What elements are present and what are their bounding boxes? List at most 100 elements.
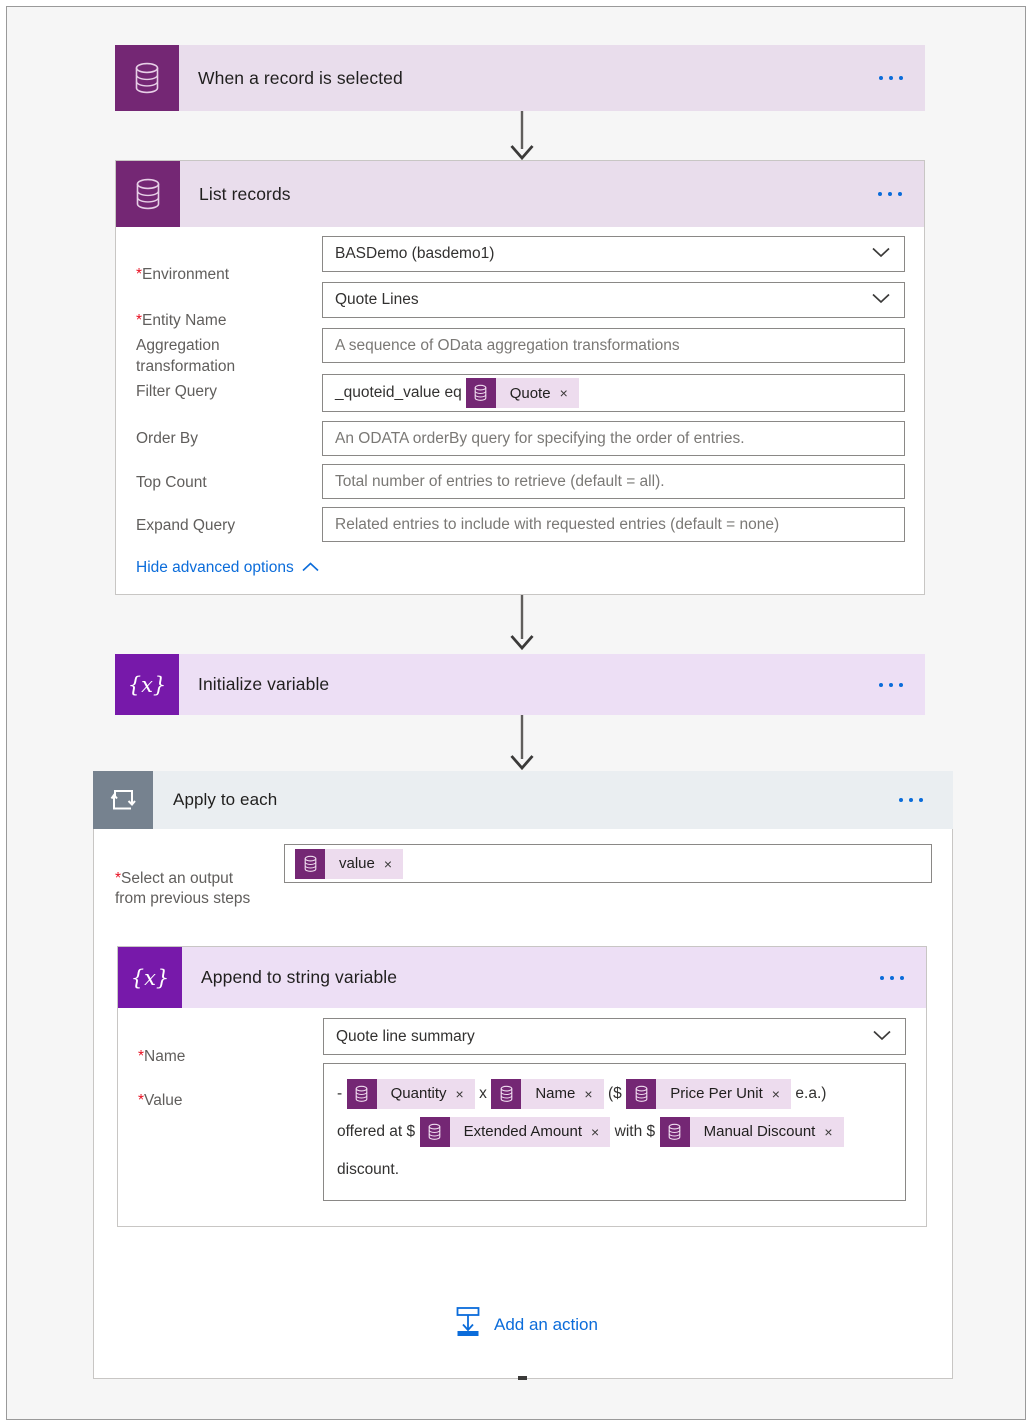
list-records-more-commands-ellipsis[interactable] bbox=[878, 192, 902, 196]
list-records-header[interactable]: List records bbox=[116, 161, 924, 227]
chevron-up-icon bbox=[302, 559, 319, 577]
dynamic-content-token-name[interactable]: Name × bbox=[491, 1079, 604, 1109]
value-line: offered at $ Extended Amount × with $ Man… bbox=[337, 1113, 892, 1151]
trigger-card-when-a-record-is-selected[interactable]: When a record is selected bbox=[115, 45, 925, 111]
field-label-name: *Name bbox=[138, 1048, 186, 1065]
chevron-down-icon bbox=[872, 291, 890, 309]
dataverse-database-icon bbox=[626, 1079, 657, 1109]
value-line: - Quantity × x Name × ($ Price Per Unit × e… bbox=[337, 1075, 892, 1113]
append-to-string-variable-header[interactable]: {x} Append to string variable bbox=[118, 947, 926, 1008]
aggregation-transformation-placeholder: A sequence of OData aggregation transfor… bbox=[335, 336, 680, 354]
dataverse-database-icon bbox=[115, 45, 179, 111]
apply-to-each-title: Apply to each bbox=[173, 790, 278, 809]
list-records-title: List records bbox=[199, 183, 291, 204]
entity-name-dropdown[interactable]: Quote Lines bbox=[322, 282, 905, 318]
token-label: Quantity bbox=[390, 1085, 447, 1102]
token-remove-icon[interactable]: × bbox=[824, 1113, 843, 1151]
aggregation-transformation-input[interactable]: A sequence of OData aggregation transfor… bbox=[322, 328, 905, 363]
value-line: discount. bbox=[337, 1151, 892, 1189]
token-label: Manual Discount bbox=[703, 1123, 816, 1141]
connector-initialize-variable-to-apply-to-each bbox=[510, 715, 534, 771]
token-label: Extended Amount bbox=[463, 1123, 583, 1141]
dataverse-database-icon bbox=[346, 1079, 377, 1109]
action-card-append-to-string-variable: {x} Append to string variable *Name Quot… bbox=[117, 946, 927, 1227]
connector-trigger-to-list-records bbox=[510, 111, 534, 161]
svg-text:{x}: {x} bbox=[133, 966, 167, 990]
loop-repeat-icon bbox=[93, 771, 153, 829]
token-remove-icon[interactable]: × bbox=[456, 1075, 475, 1113]
hide-advanced-options-label: Hide advanced options bbox=[136, 559, 294, 576]
value-static-text: - bbox=[337, 1085, 343, 1102]
token-remove-icon[interactable]: × bbox=[772, 1075, 791, 1113]
scope-collapse-nub[interactable] bbox=[518, 1376, 527, 1380]
dynamic-content-token-value[interactable]: value × bbox=[295, 848, 404, 879]
initialize-variable-title: Initialize variable bbox=[198, 674, 330, 694]
dataverse-database-icon bbox=[295, 848, 325, 879]
select-output-input[interactable]: value × bbox=[284, 844, 932, 883]
filter-query-input[interactable]: _quoteid_value eq Quote × bbox=[322, 374, 905, 412]
token-remove-icon[interactable]: × bbox=[591, 1113, 610, 1151]
token-label: Name bbox=[535, 1085, 576, 1102]
trigger-more-commands-ellipsis[interactable] bbox=[879, 76, 903, 80]
dataverse-database-icon bbox=[491, 1079, 522, 1109]
apply-to-each-body: *Select an output from previous steps va… bbox=[93, 829, 953, 1380]
order-by-placeholder: An ODATA orderBy query for specifying th… bbox=[335, 429, 745, 447]
token-remove-icon[interactable]: × bbox=[560, 385, 579, 401]
top-count-input[interactable]: Total number of entries to retrieve (def… bbox=[322, 464, 905, 499]
append-more-commands-ellipsis[interactable] bbox=[880, 975, 904, 980]
order-by-input[interactable]: An ODATA orderBy query for specifying th… bbox=[322, 421, 905, 456]
flow-designer-canvas: When a record is selected List records *… bbox=[6, 6, 1026, 1420]
entity-name-value: Quote Lines bbox=[335, 291, 419, 308]
token-label: Price Per Unit bbox=[670, 1085, 763, 1102]
field-label-expand-query: Expand Query bbox=[136, 517, 236, 534]
token-remove-icon[interactable]: × bbox=[384, 856, 403, 872]
dataverse-database-icon bbox=[465, 378, 496, 408]
filter-query-prefix: _quoteid_value eq bbox=[335, 384, 462, 401]
dynamic-content-token-quantity[interactable]: Quantity × bbox=[346, 1079, 475, 1109]
append-to-string-variable-title: Append to string variable bbox=[201, 967, 398, 987]
apply-to-each-more-commands-ellipsis[interactable] bbox=[899, 798, 923, 802]
token-remove-icon[interactable]: × bbox=[584, 1075, 603, 1113]
action-card-list-records: List records *Environment BASDemo (basde… bbox=[115, 160, 925, 595]
add-an-action-button[interactable]: Add an action bbox=[454, 1307, 598, 1342]
initialize-variable-more-commands-ellipsis[interactable] bbox=[879, 682, 903, 687]
field-label-order-by: Order By bbox=[136, 430, 199, 447]
variable-name-value: Quote line summary bbox=[336, 1027, 475, 1045]
dataverse-database-icon bbox=[419, 1117, 450, 1148]
dynamic-content-token-price-per-unit[interactable]: Price Per Unit × bbox=[626, 1079, 791, 1109]
apply-to-each-header[interactable]: Apply to each bbox=[93, 771, 953, 829]
field-label-aggregation-transformation: Aggregation transformation bbox=[136, 337, 236, 375]
field-label-top-count: Top Count bbox=[136, 474, 207, 491]
token-label: Quote bbox=[509, 384, 551, 402]
field-label-entity-name: *Entity Name bbox=[136, 312, 227, 329]
environment-dropdown[interactable]: BASDemo (basdemo1) bbox=[322, 236, 905, 272]
connector-list-records-to-initialize-variable bbox=[510, 595, 534, 651]
variable-braces-icon: {x} bbox=[115, 654, 179, 715]
field-label-value: *Value bbox=[138, 1092, 183, 1109]
token-label: value bbox=[339, 855, 375, 872]
value-static-text: with $ bbox=[614, 1123, 656, 1141]
dataverse-database-icon bbox=[116, 161, 180, 227]
variable-value-editor[interactable]: - Quantity × x Name × ($ Price Per Unit × e… bbox=[323, 1063, 906, 1201]
trigger-title: When a record is selected bbox=[198, 67, 403, 88]
expand-query-placeholder: Related entries to include with requeste… bbox=[335, 515, 780, 533]
dynamic-content-token-extended-amount[interactable]: Extended Amount × bbox=[419, 1117, 611, 1148]
variable-name-dropdown[interactable]: Quote line summary bbox=[323, 1018, 906, 1055]
top-count-placeholder: Total number of entries to retrieve (def… bbox=[335, 472, 665, 490]
hide-advanced-options-link[interactable]: Hide advanced options bbox=[136, 559, 319, 577]
action-card-initialize-variable[interactable]: {x} Initialize variable bbox=[115, 654, 925, 715]
svg-text:{x}: {x} bbox=[130, 673, 164, 697]
value-static-text: ($ bbox=[608, 1085, 622, 1102]
environment-value: BASDemo (basdemo1) bbox=[335, 245, 495, 262]
value-static-text: e.a.) bbox=[795, 1085, 827, 1102]
dynamic-content-token-manual-discount[interactable]: Manual Discount × bbox=[659, 1117, 844, 1148]
field-label-environment: *Environment bbox=[136, 266, 230, 283]
field-label-select-an-output: *Select an output from previous steps bbox=[115, 870, 251, 907]
expand-query-input[interactable]: Related entries to include with requeste… bbox=[322, 507, 905, 542]
variable-braces-icon: {x} bbox=[118, 947, 182, 1008]
chevron-down-icon bbox=[872, 245, 890, 263]
value-static-text: x bbox=[479, 1085, 487, 1102]
add-an-action-label: Add an action bbox=[494, 1314, 598, 1334]
chevron-down-icon bbox=[873, 1028, 891, 1046]
dynamic-content-token-quote[interactable]: Quote × bbox=[465, 378, 579, 408]
